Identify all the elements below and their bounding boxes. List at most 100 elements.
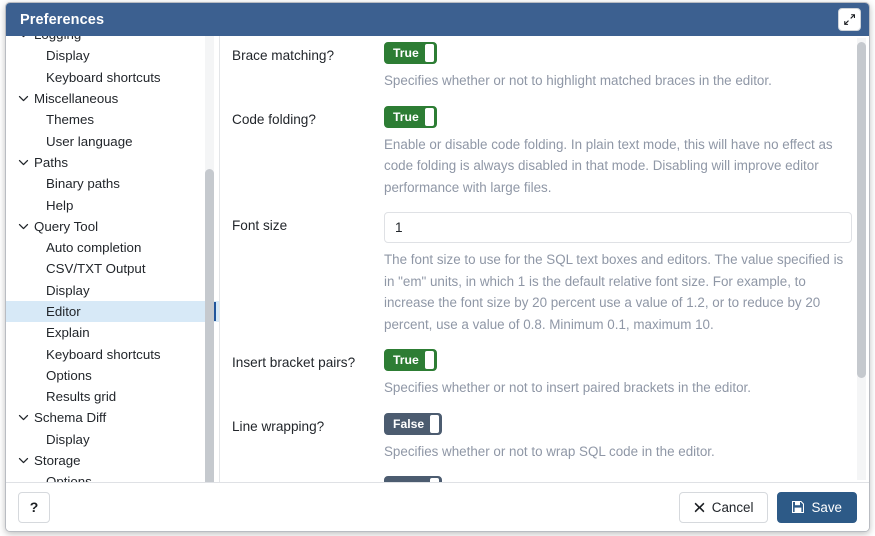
sidebar-item-keyboard-shortcuts[interactable]: Keyboard shortcuts (6, 67, 219, 88)
field-label-code-folding: Code folding? (232, 111, 316, 127)
sidebar-item-csv-txt-output[interactable]: CSV/TXT Output (6, 258, 219, 279)
sidebar-item-display[interactable]: Display (6, 45, 219, 66)
field-help-insert-bracket-pairs: Specifies whether or not to insert paire… (384, 380, 751, 395)
toggle-insert-bracket-pairs[interactable]: True (384, 349, 437, 371)
toggle-plain-text-mode[interactable]: False (384, 476, 443, 482)
expand-arrows-icon (843, 13, 856, 26)
chevron-down-icon[interactable] (16, 455, 30, 466)
sidebar-item-storage[interactable]: Storage (6, 450, 219, 471)
sidebar-item-query-tool[interactable]: Query Tool (6, 216, 219, 237)
sidebar-item-display[interactable]: Display (6, 280, 219, 301)
sidebar-item-label: CSV/TXT Output (46, 261, 146, 277)
field-row-brace-matching: Brace matching? True Specifies whether or … (232, 36, 851, 92)
sidebar-scrollbar-thumb[interactable] (205, 169, 214, 482)
field-label-font-size: Font size (232, 218, 288, 233)
toggle-code-folding[interactable]: True (384, 105, 437, 128)
sidebar-item-editor[interactable]: Editor (6, 300, 219, 323)
field-control-plain-text-mode: FalseWhen set to True, keywords wont be … (384, 476, 851, 482)
sidebar-item-label: Options (46, 474, 92, 482)
sidebar-item-schema-diff[interactable]: Schema Diff (6, 407, 219, 428)
sidebar-item-explain[interactable]: Explain (6, 322, 219, 343)
sidebar-item-logging[interactable]: Logging (6, 36, 219, 45)
sidebar-item-label: Explain (46, 325, 90, 341)
toggle-brace-matching[interactable]: True (384, 42, 437, 64)
field-label-brace-matching: Brace matching? (232, 48, 335, 63)
help-button[interactable]: ? (18, 491, 50, 523)
sidebar-item-label: Display (46, 282, 90, 298)
field-control-font-size: The font size to use for the SQL text bo… (384, 212, 852, 335)
toggle-value-label: True (393, 46, 419, 60)
field-control-line-wrapping: False Specifies whether or not to wrap SQ… (384, 412, 851, 463)
sidebar-item-label: Miscellaneous (34, 91, 119, 107)
toggle-value-label: False (393, 416, 425, 431)
cross-icon (694, 502, 705, 513)
field-control-insert-bracket-pairs: True Specifies whether or not to insert p… (384, 349, 851, 399)
chevron-down-icon[interactable] (16, 412, 30, 423)
sidebar-item-user-language[interactable]: User language (6, 130, 219, 151)
field-label-insert-bracket-pairs: Insert bracket pairs? (232, 355, 356, 370)
field-row-code-folding: Code folding? True Enable or disable code … (232, 92, 851, 199)
sidebar-item-auto-completion[interactable]: Auto completion (6, 237, 219, 258)
preferences-content: Brace matching? True Specifies whether or … (220, 36, 869, 482)
toggle-thumb (424, 44, 434, 62)
sidebar-item-help[interactable]: Help (6, 194, 219, 215)
toggle-line-wrapping[interactable]: False (384, 412, 443, 435)
chevron-down-icon[interactable] (16, 36, 30, 40)
save-button-label: Save (811, 499, 842, 515)
toggle-value-label: True (393, 353, 419, 367)
content-scrollbar-track[interactable] (857, 38, 866, 480)
toggle-thumb (424, 107, 434, 126)
field-control-brace-matching: True Specifies whether or not to highligh… (384, 42, 851, 92)
sidebar-item-label: Auto completion (46, 240, 142, 256)
chevron-down-icon[interactable] (16, 221, 30, 232)
sidebar-item-label: Paths (34, 154, 69, 170)
cancel-button[interactable]: Cancel (678, 491, 769, 523)
sidebar-item-label: Results grid (46, 389, 117, 405)
sidebar-item-label: Themes (46, 112, 95, 128)
sidebar-item-keyboard-shortcuts[interactable]: Keyboard shortcuts (6, 343, 219, 364)
toggle-value-label: False (387, 478, 430, 482)
dialog-title: Preferences (20, 11, 105, 28)
sidebar-item-label: Options (46, 367, 92, 383)
dialog-footer: ? Cancel Save (6, 483, 869, 531)
field-help-brace-matching: Specifies whether or not to highlight ma… (384, 73, 772, 88)
sidebar-scrollbar-track[interactable] (205, 36, 214, 482)
dialog-titlebar: Preferences (6, 3, 869, 36)
sidebar-item-options[interactable]: Options (6, 471, 219, 482)
sidebar-item-results-grid[interactable]: Results grid (6, 386, 219, 407)
sidebar-item-miscellaneous[interactable]: Miscellaneous (6, 88, 219, 109)
dialog-body: Logging Display Keyboard shortcuts Miscella… (6, 36, 869, 483)
field-help-font-size: The font size to use for the SQL text bo… (384, 252, 844, 332)
sidebar-item-label: Help (46, 197, 74, 213)
sidebar-item-label: Storage (34, 453, 81, 469)
field-row-insert-bracket-pairs: Insert bracket pairs? True Specifies wheth… (232, 335, 851, 399)
sidebar-item-label: Query Tool (34, 218, 99, 234)
sidebar-item-label: Logging (34, 36, 81, 42)
font-size-input[interactable] (384, 212, 852, 243)
sidebar-item-label: Display (46, 48, 90, 64)
chevron-down-icon[interactable] (16, 93, 30, 104)
content-scrollbar-thumb[interactable] (857, 42, 866, 378)
toggle-thumb (430, 478, 440, 482)
expand-dialog-button[interactable] (838, 8, 861, 31)
preferences-screen: Preferences Logging Display Keyboard short… (0, 0, 875, 536)
field-label-plain-text-mode: Plain text mode? (232, 476, 384, 482)
sidebar-item-display[interactable]: Display (6, 429, 219, 450)
toggle-thumb (424, 351, 434, 369)
preferences-sidebar: Logging Display Keyboard shortcuts Miscella… (6, 36, 220, 482)
chevron-down-icon[interactable] (16, 157, 30, 168)
save-button[interactable]: Save (777, 491, 857, 523)
floppy-disk-icon (792, 501, 805, 513)
sidebar-item-label: Editor (46, 304, 81, 319)
field-help-line-wrapping: Specifies whether or not to wrap SQL cod… (384, 443, 715, 459)
field-row-plain-text-mode: Plain text mode?FalseWhen set to True, k… (232, 462, 851, 482)
sidebar-item-options[interactable]: Options (6, 365, 219, 386)
sidebar-item-label: Keyboard shortcuts (46, 346, 161, 362)
sidebar-item-binary-paths[interactable]: Binary paths (6, 173, 219, 194)
sidebar-item-themes[interactable]: Themes (6, 109, 219, 130)
settings-field-list: Brace matching? True Specifies whether or … (220, 36, 869, 482)
sidebar-item-label: Binary paths (46, 176, 120, 192)
sidebar-item-paths[interactable]: Paths (6, 152, 219, 173)
preferences-tree: Logging Display Keyboard shortcuts Miscella… (6, 36, 219, 482)
field-label-line-wrapping: Line wrapping? (232, 418, 325, 434)
